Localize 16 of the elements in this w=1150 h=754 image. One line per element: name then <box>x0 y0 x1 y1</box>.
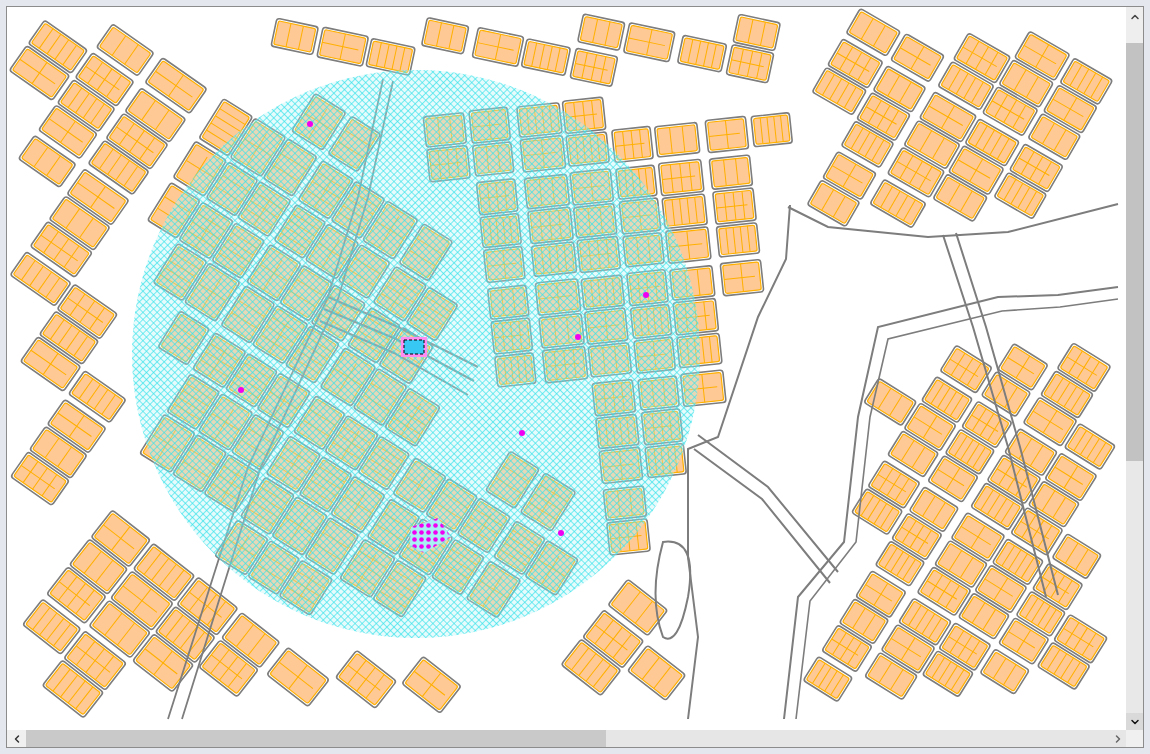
marker-icon <box>575 334 581 340</box>
marker-icon <box>519 430 525 436</box>
marker-icon <box>643 292 649 298</box>
scrollbar-thumb[interactable] <box>1126 43 1143 461</box>
marker-icon <box>238 387 244 393</box>
scrollbar-thumb[interactable] <box>26 730 606 747</box>
marker-icon <box>558 530 564 536</box>
scroll-up-button[interactable] <box>1126 7 1143 43</box>
scroll-down-button[interactable] <box>1126 713 1143 730</box>
marker-icon <box>307 121 313 127</box>
scroll-left-button[interactable] <box>7 730 26 747</box>
vertical-scrollbar[interactable] <box>1126 7 1143 730</box>
scrollbar-corner <box>1126 730 1143 747</box>
highlighted-parcel <box>410 518 451 553</box>
horizontal-scrollbar[interactable] <box>7 730 1126 747</box>
selected-feature[interactable] <box>401 337 427 357</box>
